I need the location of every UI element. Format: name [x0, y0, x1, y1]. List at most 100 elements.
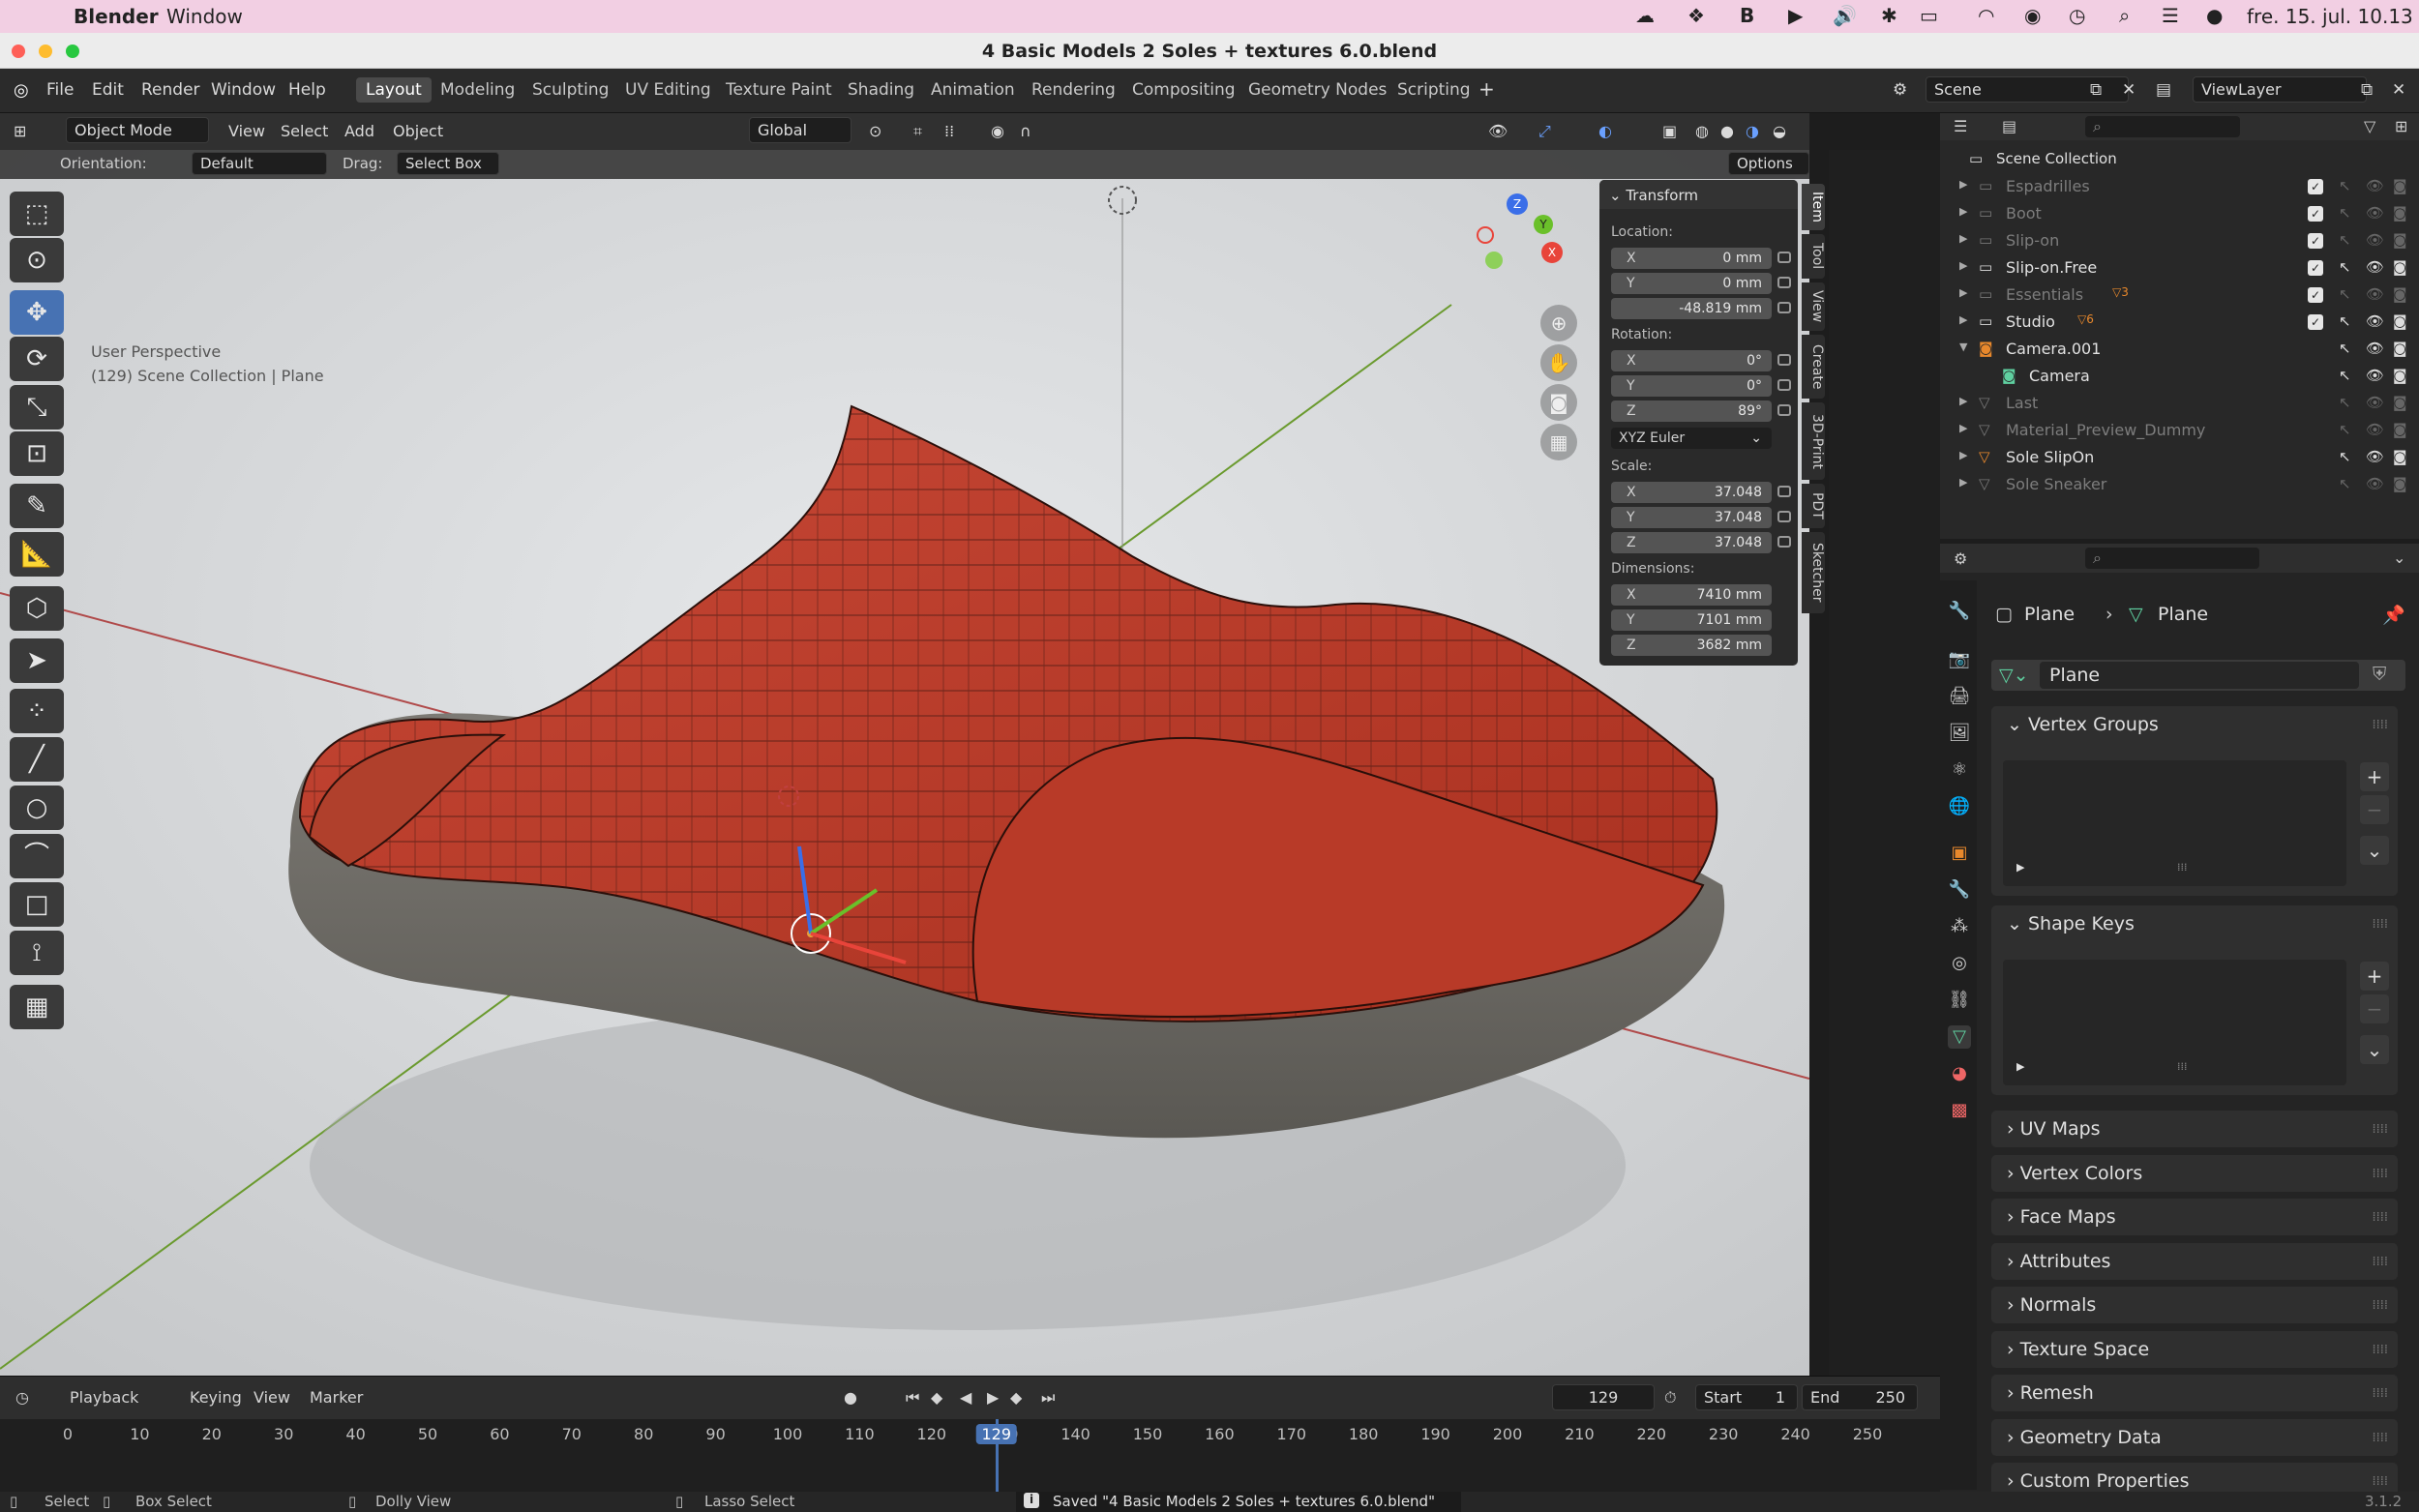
outliner-item[interactable]: ▶ ▭ Boot ✓ ↖ 👁 ◙ [1940, 200, 2419, 227]
workspace-tab-shading[interactable]: Shading [838, 77, 924, 103]
menubar-clock[interactable]: fre. 15. jul. 10.13 [2247, 5, 2413, 28]
select-toggle-icon[interactable]: ↖ [2339, 204, 2351, 222]
xray-icon[interactable]: ▣ [1662, 122, 1677, 140]
new-view-layer-icon[interactable]: ⧉ [2361, 80, 2373, 100]
tool-props-icon[interactable]: 🔧 [1948, 600, 1971, 623]
eye-icon[interactable]: 👁 [2366, 285, 2384, 303]
snap-icon[interactable]: ⌗ [913, 122, 922, 141]
gizmo-neg-x[interactable] [1477, 226, 1494, 244]
material-props-icon[interactable]: ◕ [1948, 1062, 1971, 1085]
mode-dropdown[interactable]: Object Mode [66, 117, 209, 143]
constraints-props-icon[interactable]: ⛓ [1948, 989, 1971, 1012]
remove-shape-key-button[interactable]: − [2360, 994, 2389, 1023]
render-props-icon[interactable]: 📷 [1948, 648, 1971, 671]
workspace-tab-layout[interactable]: Layout [356, 77, 432, 103]
play-icon[interactable]: ▶ [987, 1388, 999, 1407]
creative-cloud-icon[interactable]: ☁ [1635, 4, 1655, 27]
gizmo-toggle-icon[interactable]: ⤢ [1538, 122, 1551, 141]
menu-playback[interactable]: Playback [70, 1388, 138, 1407]
wifi-icon[interactable]: ◠ [1978, 4, 1994, 27]
pivot-icon[interactable]: ⊙ [869, 122, 881, 140]
shape-keys-header[interactable]: ⌄ Shape Keys [2007, 913, 2135, 934]
zoom-icon[interactable]: ⊕ [1540, 305, 1577, 341]
exclude-checkbox[interactable]: ✓ [2308, 314, 2323, 330]
pan-hand-icon[interactable]: ✋ [1540, 344, 1577, 381]
properties-editor-icon[interactable]: ⚙ [1954, 549, 1967, 568]
menu-select[interactable]: Select [281, 122, 328, 140]
camera-render-icon[interactable]: ◙ [2393, 285, 2407, 303]
orientation-dropdown[interactable]: Default [192, 152, 327, 175]
outliner-item[interactable]: ▶ ▭ Slip-on ✓ ↖ 👁 ◙ [1940, 227, 2419, 254]
view-layer-field[interactable]: ViewLayer [2193, 76, 2367, 103]
jump-end-icon[interactable]: ⏭ [1041, 1388, 1055, 1408]
3d-viewport[interactable]: Orientation: Default Drag: Select Box Op… [0, 150, 1809, 1376]
panel-header[interactable]: › Vertex Colors [2007, 1163, 2142, 1184]
location-z-field[interactable]: -48.819 mm [1611, 298, 1772, 319]
location-x-field[interactable]: X0 mm [1611, 248, 1772, 269]
end-frame-field[interactable]: End 250 [1802, 1384, 1918, 1410]
outliner-item[interactable]: ▼ ◙ Camera.001 ↖ 👁 ◙ [1940, 336, 2419, 363]
select-toggle-icon[interactable]: ↖ [2339, 475, 2351, 492]
outliner-root[interactable]: ▭ Scene Collection [1940, 146, 2419, 173]
rotation-z-field[interactable]: Z 89° [1611, 400, 1772, 422]
workspace-tab-compositing[interactable]: Compositing [1122, 77, 1245, 103]
expand-arrow-icon[interactable]: ▼ [1959, 341, 1967, 353]
tab-sketcher[interactable]: Sketcher [1802, 532, 1825, 613]
workspace-tab-animation[interactable]: Animation [921, 77, 1025, 103]
app-menu[interactable]: Blender [74, 5, 159, 28]
add-plane-tool-icon[interactable]: □ [10, 882, 64, 927]
dimensions-z-field[interactable]: Z 3682 mm [1611, 635, 1772, 656]
texture-props-icon[interactable]: ▩ [1948, 1099, 1971, 1122]
expand-arrow-icon[interactable]: ▶ [1959, 476, 1967, 489]
snap-target-icon[interactable]: ⁞⁞ [944, 122, 954, 140]
tab-3d-print[interactable]: 3D-Print [1802, 402, 1825, 480]
fake-user-icon[interactable]: ⛨ [2373, 664, 2386, 685]
object-props-icon[interactable]: ▣ [1948, 842, 1971, 865]
expand-arrow-icon[interactable]: ▶ [1959, 449, 1967, 461]
menu-marker[interactable]: Marker [310, 1388, 363, 1407]
add-armature-tool-icon[interactable]: ⟟ [10, 931, 64, 975]
menu-object[interactable]: Object [393, 122, 443, 140]
modifier-props-icon[interactable]: 🔧 [1948, 878, 1971, 902]
lock-icon[interactable] [1777, 486, 1791, 497]
record-keyframe-icon[interactable]: ● [844, 1388, 857, 1407]
next-keyframe-icon[interactable]: ◆ [1010, 1388, 1022, 1407]
vertex-group-specials-button[interactable]: ⌄ [2360, 836, 2389, 865]
panel-header[interactable]: › Face Maps [2007, 1206, 2116, 1228]
proportional-edit-icon[interactable]: ◉ [991, 122, 1004, 140]
filter-icon[interactable]: ▽ [2364, 117, 2375, 135]
outliner-item[interactable]: ▶ ▭ Slip-on.Free ✓ ↖ 👁 ◙ [1940, 254, 2419, 282]
editor-type-icon[interactable]: ⊞ [14, 122, 26, 140]
visibility-icon[interactable]: 👁 [1488, 122, 1508, 140]
cursor-arrow-tool-icon[interactable]: ➤ [10, 638, 64, 683]
outliner-item[interactable]: ▶ ▭ Studio ▽6 ✓ ↖ 👁 ◙ [1940, 309, 2419, 336]
display-mode-icon[interactable]: ▤ [2002, 117, 2016, 135]
expand-arrow-icon[interactable]: ▶ [1959, 286, 1967, 299]
window-menu[interactable]: Window [166, 5, 243, 28]
current-frame-marker[interactable]: 129 [975, 1424, 1018, 1444]
drag-dropdown[interactable]: Select Box [397, 152, 499, 175]
panel-header[interactable]: › Attributes [2007, 1251, 2110, 1272]
camera-render-icon[interactable]: ◙ [2393, 448, 2407, 465]
panel-geometry-data[interactable]: › Geometry Data ⁞⁞⁞⁞ [1991, 1418, 2398, 1456]
scale-x-field[interactable]: X 37.048 [1611, 482, 1772, 503]
vertex-groups-header[interactable]: ⌄ Vertex Groups [2007, 714, 2159, 735]
workspace-tab-geometry-nodes[interactable]: Geometry Nodes [1239, 77, 1396, 103]
outliner-editor-icon[interactable]: ☰ [1954, 117, 1967, 135]
panel-header[interactable]: › Geometry Data [2007, 1427, 2162, 1448]
add-curve-tool-icon[interactable]: ⌒ [10, 834, 64, 878]
gizmo-y-axis[interactable]: Y [1534, 215, 1553, 234]
physics-props-icon[interactable]: ◎ [1948, 952, 1971, 975]
select-toggle-icon[interactable]: ↖ [2339, 231, 2351, 249]
workspace-tab-sculpting[interactable]: Sculpting [523, 77, 618, 103]
jump-start-icon[interactable]: ⏮ [906, 1388, 919, 1408]
camera-render-icon[interactable]: ◙ [2393, 475, 2407, 492]
move-tool-icon[interactable]: ✥ [10, 290, 64, 335]
add-edge-tool-icon[interactable]: ╱ [10, 737, 64, 782]
camera-render-icon[interactable]: ◙ [2393, 312, 2407, 330]
menu-timeline-view[interactable]: View [254, 1388, 290, 1407]
menu-window[interactable]: Window [211, 80, 276, 100]
expand-arrow-icon[interactable]: ▶ [1959, 395, 1967, 407]
options-dropdown[interactable]: Options [1728, 152, 1809, 175]
eye-icon[interactable]: 👁 [2366, 204, 2384, 222]
